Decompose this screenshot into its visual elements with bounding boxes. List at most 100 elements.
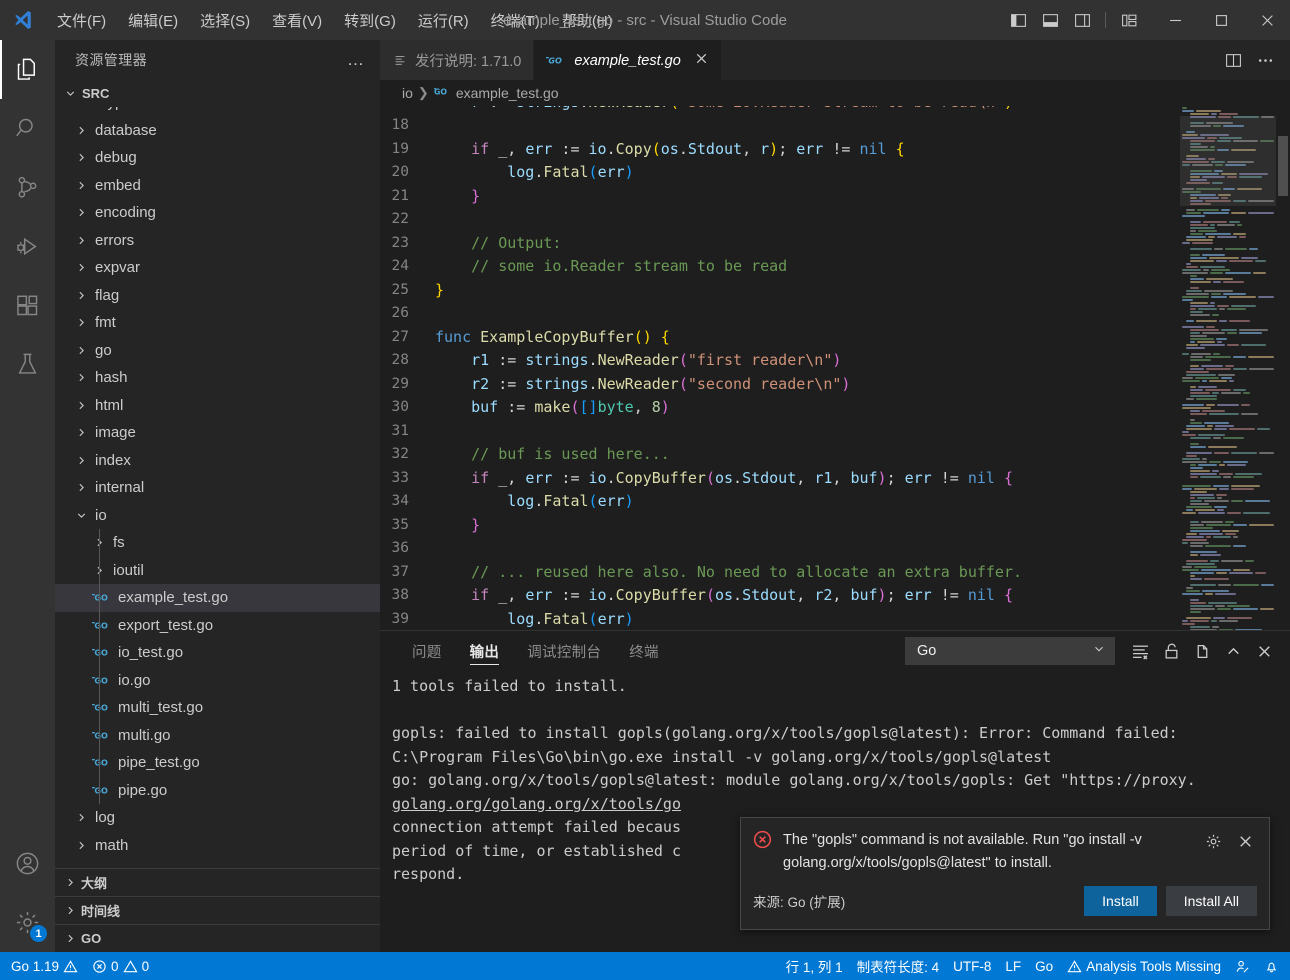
status-problems[interactable]: 0 0 [85,952,156,980]
code-line[interactable]: 23 // Output: [380,231,1290,255]
breadcrumb-file[interactable]: example_test.go [456,85,559,101]
code-line[interactable]: 20 log.Fatal(err) [380,161,1290,185]
lock-scroll-icon[interactable] [1157,637,1185,665]
install-button[interactable]: Install [1084,886,1157,916]
tree-folder-item[interactable]: debug [55,144,380,172]
editor-scrollbar-thumb[interactable] [1278,136,1288,196]
menu-view[interactable]: 查看(V) [261,6,333,35]
tree-file-item[interactable]: GOpipe.go [55,777,380,805]
sidebar-section-go[interactable]: GO [55,924,380,952]
tree-folder-item[interactable]: flag [55,282,380,310]
tree-file-item[interactable]: GOmulti_test.go [55,694,380,722]
tree-file-item[interactable]: GOexample_test.go [55,584,380,612]
activity-account[interactable] [0,834,55,893]
tree-file-item[interactable]: GOpipe_test.go [55,749,380,777]
gear-icon[interactable] [1199,827,1227,855]
code-line[interactable]: 29 r2 := strings.NewReader("second reade… [380,372,1290,396]
breadcrumb-folder[interactable]: io [402,85,413,101]
tree-folder-item[interactable]: html [55,392,380,420]
install-all-button[interactable]: Install All [1166,886,1257,916]
tree-folder-item[interactable]: index [55,447,380,475]
customize-layout-icon[interactable] [1114,5,1144,35]
tab-close-icon[interactable] [694,51,709,71]
code-line[interactable]: 34 log.Fatal(err) [380,490,1290,514]
tree-folder-item[interactable]: encoding [55,199,380,227]
status-feedback[interactable] [1228,959,1257,974]
sidebar-section-timeline[interactable]: 时间线 [55,896,380,924]
minimap-slider[interactable] [1180,116,1276,206]
code-line[interactable]: 28 r1 := strings.NewReader("first reader… [380,349,1290,373]
status-indentation[interactable]: 制表符长度: 4 [850,956,947,976]
activity-extensions[interactable] [0,276,55,335]
output-link[interactable]: golang.org/golang.org/x/tools/go [392,795,1290,819]
split-editor-icon[interactable] [1218,45,1248,75]
code-line[interactable]: 24 // some io.Reader stream to be read [380,255,1290,279]
editor-tab[interactable]: 发行说明: 1.71.0 [380,40,534,80]
minimap[interactable] [1180,106,1276,630]
status-encoding[interactable]: UTF-8 [946,959,998,974]
status-go-version[interactable]: Go 1.19 [4,952,85,980]
toggle-primary-sidebar-icon[interactable] [1003,5,1033,35]
tree-folder-item[interactable]: fmt [55,309,380,337]
tree-folder-item[interactable]: database [55,117,380,145]
tree-folder-item[interactable]: math [55,832,380,860]
close-panel-icon[interactable] [1250,637,1278,665]
activity-search[interactable] [0,99,55,158]
code-line[interactable]: 39 log.Fatal(err) [380,607,1290,630]
window-maximize-button[interactable] [1198,0,1244,40]
code-line[interactable]: 21 } [380,184,1290,208]
tree-file-item[interactable]: GOio_test.go [55,639,380,667]
window-close-button[interactable] [1244,0,1290,40]
tree-file-item[interactable]: GOio.go [55,667,380,695]
sidebar-more-actions-icon[interactable]: … [341,48,372,72]
editor-tab[interactable]: GOexample_test.go [534,40,721,80]
toggle-panel-icon[interactable] [1035,5,1065,35]
activity-explorer[interactable] [0,40,55,99]
panel-tab-output[interactable]: 输出 [456,631,514,671]
editor-scrollbar[interactable] [1276,106,1290,630]
explorer-root-section[interactable]: SRC [55,79,380,107]
tree-folder-item[interactable]: fs [55,529,380,557]
activity-testing[interactable] [0,335,55,394]
code-line[interactable]: 19 if _, err := io.Copy(os.Stdout, r); e… [380,137,1290,161]
tree-file-item[interactable]: GOmulti.go [55,722,380,750]
tree-folder-item[interactable]: io [55,502,380,530]
toggle-secondary-sidebar-icon[interactable] [1067,5,1097,35]
status-notifications[interactable] [1257,959,1286,974]
tree-folder-item[interactable]: crypto [55,107,380,117]
output-channel-select[interactable]: Go [905,637,1115,665]
tree-folder-item[interactable]: embed [55,172,380,200]
code-line[interactable]: 18 [380,114,1290,138]
tree-folder-item[interactable]: image [55,419,380,447]
tree-file-item[interactable]: GOexport_test.go [55,612,380,640]
menu-go[interactable]: 转到(G) [333,6,407,35]
activity-settings[interactable]: 1 [0,893,55,952]
tree-folder-item[interactable]: go [55,337,380,365]
status-analysis-tools[interactable]: Analysis Tools Missing [1060,959,1228,974]
menu-edit[interactable]: 编辑(E) [117,6,189,35]
menu-help[interactable]: 帮助(H) [551,6,624,35]
file-tree[interactable]: cryptodatabasedebugembedencodingerrorsex… [55,107,380,868]
tree-folder-item[interactable]: internal [55,474,380,502]
notification-toast[interactable]: The "gopls" command is not available. Ru… [740,817,1270,930]
activity-run-debug[interactable] [0,217,55,276]
code-line[interactable]: 37 // ... reused here also. No need to a… [380,560,1290,584]
code-line[interactable]: 25} [380,278,1290,302]
code-line[interactable]: 27func ExampleCopyBuffer() { [380,325,1290,349]
menu-run[interactable]: 运行(R) [407,6,480,35]
menu-selection[interactable]: 选择(S) [189,6,261,35]
editor-more-actions-icon[interactable] [1250,45,1280,75]
tree-folder-item[interactable]: log [55,804,380,832]
open-in-editor-icon[interactable] [1188,637,1216,665]
tree-folder-item[interactable]: hash [55,364,380,392]
maximize-panel-icon[interactable] [1219,637,1247,665]
activity-source-control[interactable] [0,158,55,217]
code-line[interactable]: 30 buf := make([]byte, 8) [380,396,1290,420]
code-line[interactable]: 38 if _, err := io.CopyBuffer(os.Stdout,… [380,584,1290,608]
status-eol[interactable]: LF [998,959,1028,974]
code-editor[interactable]: 17 r := strings.NewReader("some io.Reade… [380,106,1290,630]
code-line[interactable]: 35 } [380,513,1290,537]
menu-file[interactable]: 文件(F) [46,6,117,35]
code-line[interactable]: 26 [380,302,1290,326]
code-line[interactable]: 36 [380,537,1290,561]
